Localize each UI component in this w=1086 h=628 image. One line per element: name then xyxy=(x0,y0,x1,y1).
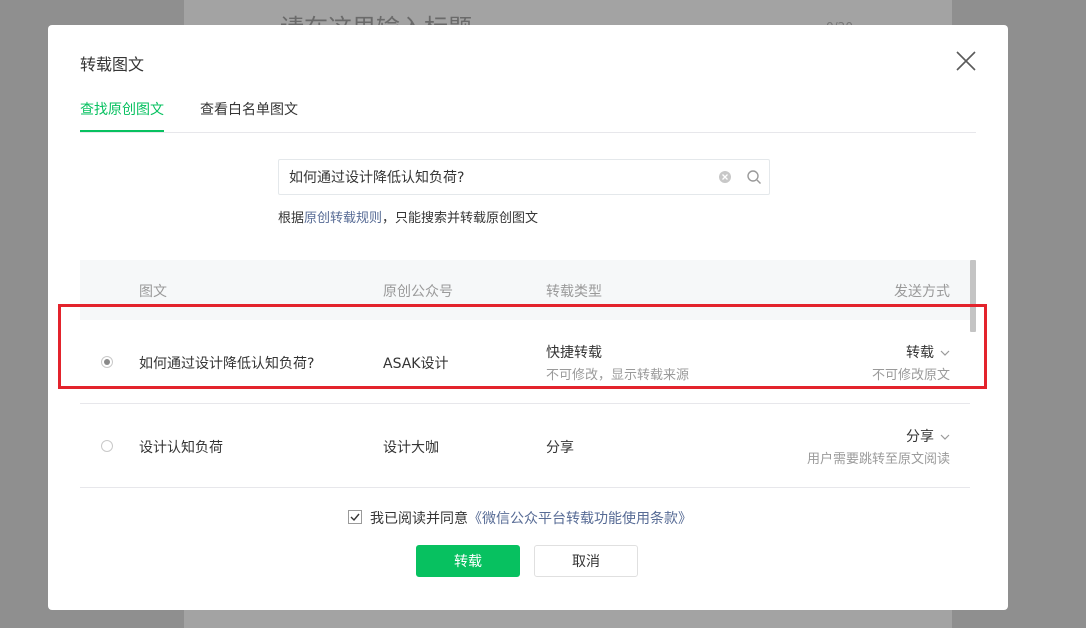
tab-whitelist[interactable]: 查看白名单图文 xyxy=(200,99,298,130)
hint-prefix: 根据 xyxy=(278,211,305,226)
table-row[interactable]: 设计认知负荷 设计大咖 分享 分享 用户需要跳转至原文阅读 xyxy=(80,404,970,488)
row-title: 如何通过设计降低认知负荷? xyxy=(139,356,315,372)
send-method-note: 用户需要跳转至原文阅读 xyxy=(806,452,950,467)
results-table: 图文 原创公众号 转载类型 发送方式 如何通过设计降低认知负荷? ASAK设计 … xyxy=(80,260,970,510)
agree-text: 我已阅读并同意 xyxy=(370,511,468,527)
chevron-down-icon xyxy=(940,350,950,356)
row-type-note: 不可修改，显示转载来源 xyxy=(546,368,690,383)
header-account: 原创公众号 xyxy=(383,284,453,300)
send-method-dropdown[interactable]: 转载 xyxy=(906,342,950,362)
table-scrollbar[interactable] xyxy=(970,260,976,332)
tab-find-original[interactable]: 查找原创图文 xyxy=(80,99,164,132)
row-radio[interactable] xyxy=(101,356,113,368)
search-hint: 根据原创转载规则，只能搜索并转载原创图文 xyxy=(278,207,538,226)
search-input[interactable] xyxy=(289,160,709,194)
hint-suffix: ，只能搜索并转载原创图文 xyxy=(382,211,539,226)
send-method-dropdown[interactable]: 分享 xyxy=(906,426,950,446)
cancel-button[interactable]: 取消 xyxy=(534,545,638,577)
agree-checkbox[interactable] xyxy=(348,510,362,524)
send-method-label: 转载 xyxy=(906,345,934,361)
search-box xyxy=(278,159,770,195)
agreement: 我已阅读并同意《微信公众平台转载功能使用条款》 xyxy=(348,508,692,528)
repost-dialog: 转载图文 查找原创图文 查看白名单图文 根据原创转载规则，只能搜索并转载原创图文… xyxy=(48,25,1008,610)
row-radio[interactable] xyxy=(101,440,113,452)
tab-bar: 查找原创图文 查看白名单图文 xyxy=(80,87,976,133)
row-account: 设计大咖 xyxy=(383,440,439,456)
header-type: 转载类型 xyxy=(546,284,602,300)
clear-icon[interactable] xyxy=(718,170,732,184)
repost-rules-link[interactable]: 原创转载规则 xyxy=(304,211,382,226)
table-header: 图文 原创公众号 转载类型 发送方式 xyxy=(80,260,970,320)
row-account: ASAK设计 xyxy=(383,356,449,372)
repost-button[interactable]: 转载 xyxy=(416,545,520,577)
header-send-method: 发送方式 xyxy=(894,284,950,300)
row-type: 快捷转载 xyxy=(546,345,602,361)
close-icon[interactable] xyxy=(954,49,978,73)
row-title: 设计认知负荷 xyxy=(139,440,223,456)
dialog-title: 转载图文 xyxy=(80,55,145,74)
chevron-down-icon xyxy=(940,434,950,440)
search-icon[interactable] xyxy=(746,169,762,185)
send-method-label: 分享 xyxy=(906,429,934,445)
checkmark-icon xyxy=(350,513,360,522)
row-type: 分享 xyxy=(546,440,574,456)
send-method-note: 不可修改原文 xyxy=(871,368,950,383)
table-row[interactable]: 如何通过设计降低认知负荷? ASAK设计 快捷转载 不可修改，显示转载来源 转载… xyxy=(80,320,970,404)
terms-link[interactable]: 《微信公众平台转载功能使用条款》 xyxy=(468,511,692,527)
header-article: 图文 xyxy=(139,284,167,300)
